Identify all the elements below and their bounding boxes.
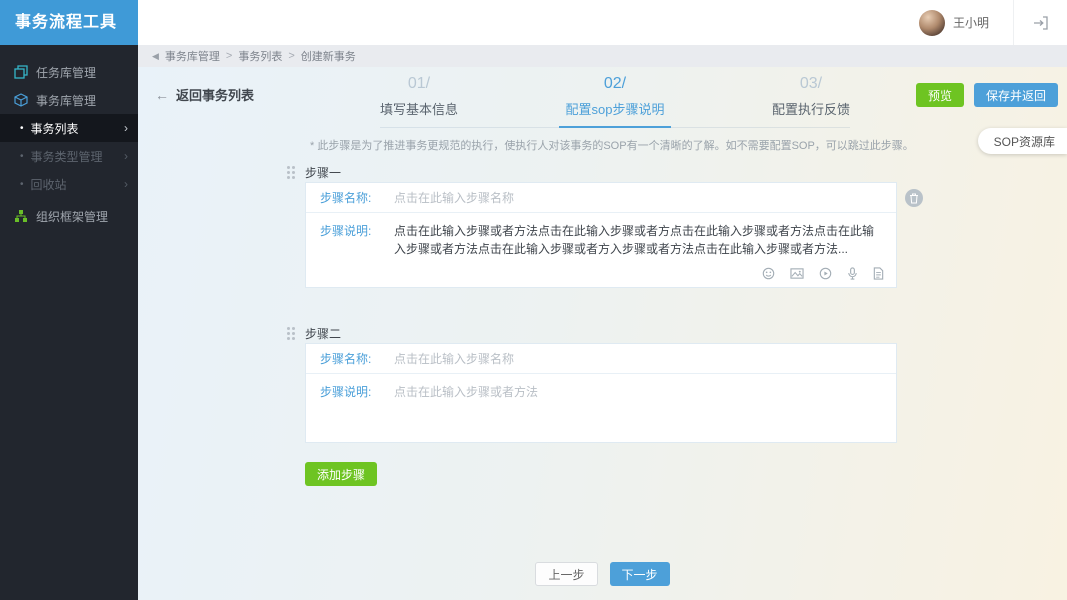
chevron-right-icon: › [124,177,128,191]
breadcrumb-separator: > [288,50,295,62]
chevron-right-icon: › [124,149,128,163]
document-icon[interactable] [873,267,884,280]
wizard-step-number: 02/ [603,75,627,92]
step2-title: 步骤二 [305,327,342,341]
save-and-return-button[interactable]: 保存并返回 [973,83,1058,107]
sidebar-item-label: 事务列表 [30,121,79,136]
sidebar-item-label: 事务库管理 [36,93,97,108]
image-icon[interactable] [790,267,804,280]
step2-name-row[interactable]: 步骤名称: 点击在此输入步骤名称 [306,344,896,374]
sidebar-item-label: 回收站 [30,177,67,192]
sidebar: 事务流程工具 任务库管理 事务库管理 • 事务列表 › • 事务类型管理 › •… [0,0,138,600]
emoji-icon[interactable] [762,267,775,280]
app-title: 事务流程工具 [0,0,138,45]
trash-icon [909,193,919,204]
step1-desc-area[interactable]: 步骤说明: 点击在此输入步骤或者方法点击在此输入步骤或者方点击在此输入步骤或者方… [306,213,896,288]
user-name: 王小明 [952,16,989,30]
breadcrumb-item-current: 创建新事务 [300,51,356,63]
step1-name-row[interactable]: 步骤名称: 点击在此输入步骤名称 [306,183,896,213]
sidebar-menu: 任务库管理 事务库管理 • 事务列表 › • 事务类型管理 › • 回收站 › … [0,45,138,230]
drag-handle-icon[interactable] [287,166,295,179]
step-hint-text: * 此步骤是为了推进事务更规范的执行，使执行人对该事务的SOP有一个清晰的了解。… [310,140,914,152]
affair-library-icon [14,93,28,107]
step2-header: 步骤二 [287,325,341,342]
wizard-step-1[interactable]: 01/ 填写基本信息 [380,75,458,118]
sidebar-item-org-structure[interactable]: 组织框架管理 [0,202,138,230]
back-arrow-icon: ← [155,86,169,103]
sidebar-item-recycle-bin[interactable]: • 回收站 › [0,170,138,198]
avatar[interactable] [918,9,945,36]
step-name-label: 步骤名称: [320,352,372,366]
org-structure-icon [14,209,28,223]
mic-icon[interactable] [847,267,858,280]
wizard-step-2-active[interactable]: 02/ 配置sop步骤说明 [566,75,665,118]
main-content: ← 返回事务列表 01/ 填写基本信息 02/ 配置sop步骤说明 03/ 配置… [138,67,1067,600]
wizard-step-label: 配置sop步骤说明 [565,102,665,117]
step2-desc-input[interactable]: 点击在此输入步骤或者方法 [394,383,538,433]
breadcrumb-item[interactable]: 事务列表 [238,48,282,64]
step1-name-input[interactable]: 点击在此输入步骤名称 [394,189,514,206]
sidebar-item-label: 任务库管理 [36,65,97,80]
sidebar-item-affair-library[interactable]: 事务库管理 [0,86,138,114]
previous-step-button[interactable]: 上一步 [535,562,598,586]
wizard-step-number: 03/ [799,75,823,92]
add-step-button[interactable]: 添加步骤 [305,462,378,486]
wizard-step-3[interactable]: 03/ 配置执行反馈 [772,75,850,118]
collapse-sidebar-icon[interactable]: ◀ [152,51,159,62]
back-link-label: 返回事务列表 [176,88,255,103]
breadcrumb: ◀ 事务库管理 > 事务列表 > 创建新事务 [138,45,1067,67]
video-icon[interactable] [819,267,832,280]
logout-icon [1033,15,1049,31]
wizard-step-label: 填写基本信息 [380,102,459,117]
drag-handle-icon[interactable] [287,327,295,340]
step-name-label: 步骤名称: [320,191,372,205]
header-actions: 预览 保存并返回 [915,83,1058,107]
step2-name-input[interactable]: 点击在此输入步骤名称 [394,350,514,367]
wizard-step-number: 01/ [407,75,431,92]
step-desc-label: 步骤说明: [320,224,372,238]
step2-card: 步骤名称: 点击在此输入步骤名称 步骤说明: 点击在此输入步骤或者方法 [305,343,897,443]
step-desc-label: 步骤说明: [320,385,372,399]
sop-resource-library-tab[interactable]: SOP资源库 [977,128,1067,154]
user-menu[interactable]: 王小明 [918,9,1013,36]
sidebar-item-task-library[interactable]: 任务库管理 [0,58,138,86]
next-step-button[interactable]: 下一步 [609,562,670,586]
delete-step-button[interactable] [905,189,923,207]
logout-button[interactable] [1013,0,1067,45]
media-toolbar [762,267,884,280]
step1-title: 步骤一 [305,166,342,180]
wizard-footer: 上一步 下一步 [138,562,1067,586]
preview-button[interactable]: 预览 [915,83,964,107]
bullet-icon: • [20,178,24,190]
chevron-right-icon: › [124,121,128,135]
bullet-icon: • [20,150,24,162]
back-to-list-link[interactable]: ← 返回事务列表 [155,85,254,104]
breadcrumb-separator: > [225,50,233,62]
sidebar-item-label: 事务类型管理 [30,149,103,164]
topbar: 王小明 [138,0,1067,45]
step-wizard: 01/ 填写基本信息 02/ 配置sop步骤说明 03/ 配置执行反馈 [380,75,850,128]
bullet-icon: • [20,122,24,134]
app-window: 事务流程工具 任务库管理 事务库管理 • 事务列表 › • 事务类型管理 › •… [0,0,1067,600]
sidebar-item-label: 组织框架管理 [36,209,109,224]
step1-header: 步骤一 [287,164,341,181]
breadcrumb-item[interactable]: 事务库管理 [165,48,220,64]
step2-desc-area[interactable]: 步骤说明: 点击在此输入步骤或者方法 [306,374,896,442]
sidebar-item-affair-type[interactable]: • 事务类型管理 › [0,142,138,170]
wizard-step-label: 配置执行反馈 [771,102,850,117]
task-library-icon [14,65,28,79]
step1-card: 步骤名称: 点击在此输入步骤名称 步骤说明: 点击在此输入步骤或者方法点击在此输… [305,182,923,288]
sidebar-item-affair-list[interactable]: • 事务列表 › [0,114,138,142]
